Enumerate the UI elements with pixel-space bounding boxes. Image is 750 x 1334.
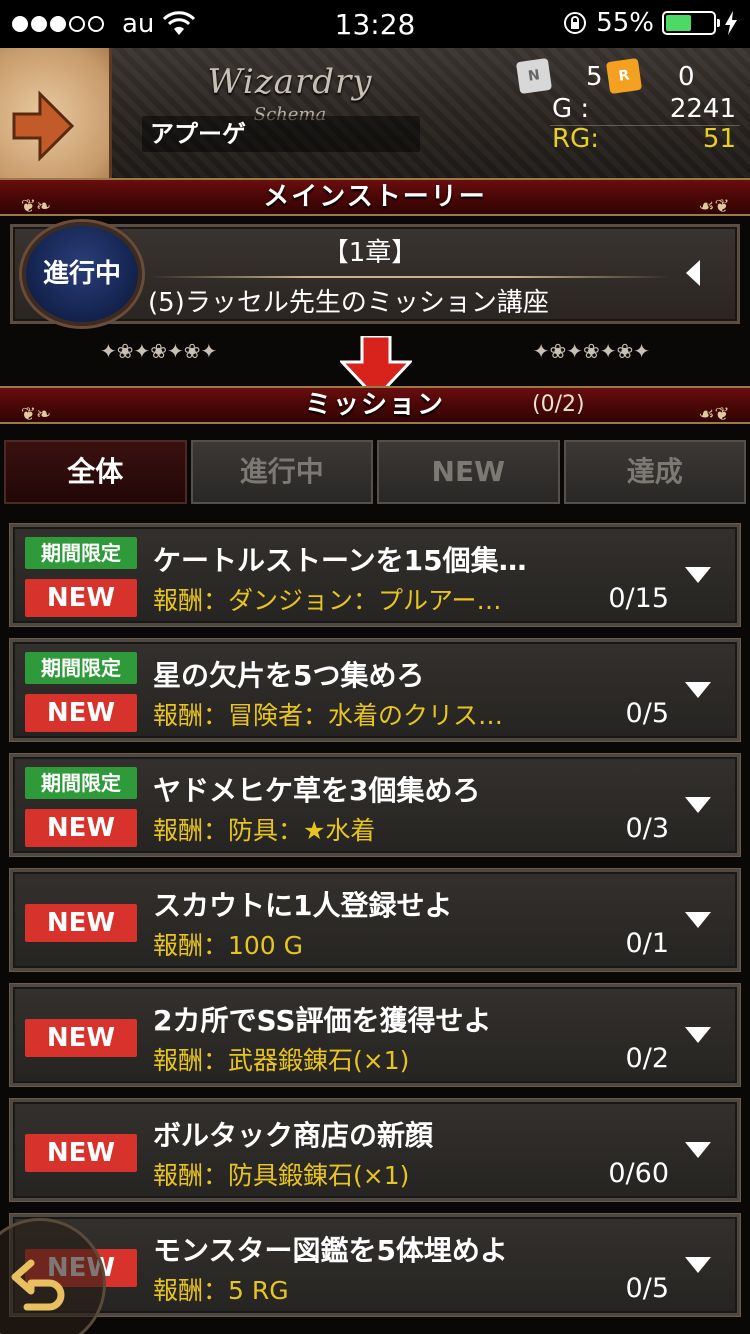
mission-item[interactable]: 期間限定 NEW ケートルストーンを15個集… 報酬：ダンジョン：プルアー… 0… bbox=[10, 524, 740, 626]
mission-title: スカウトに1人登録せよ bbox=[153, 889, 453, 922]
mission-reward: 報酬：冒険者：水着のクリス… bbox=[153, 701, 504, 730]
mission-progress: 0/60 bbox=[608, 1158, 669, 1189]
main-story-title: メインストーリー bbox=[263, 182, 487, 212]
chevron-down-icon[interactable] bbox=[685, 797, 711, 813]
r-ticket-count: 0 bbox=[678, 62, 695, 92]
story-divider bbox=[150, 276, 670, 278]
new-badge: NEW bbox=[25, 904, 137, 942]
gold-value: 2241 bbox=[669, 94, 736, 124]
mission-progress: 0/2 bbox=[625, 1043, 669, 1074]
story-chapter: 【1章】 bbox=[322, 238, 418, 268]
story-status-badge: 進行中 bbox=[22, 222, 142, 326]
chevron-down-icon[interactable] bbox=[685, 1257, 711, 1273]
chevron-down-icon[interactable] bbox=[685, 912, 711, 928]
mission-item[interactable]: 期間限定 NEW 星の欠片を5つ集めろ 報酬：冒険者：水着のクリス… 0/5 bbox=[10, 639, 740, 741]
mission-item[interactable]: NEW ボルタック商店の新顔 報酬：防具鍛錬石(×1) 0/60 bbox=[10, 1099, 740, 1201]
mission-title: ミッション bbox=[304, 390, 445, 420]
mission-banner: ❦❧ ミッション (0/2) ☙❦ bbox=[0, 386, 750, 425]
main-story-banner: ❦❧ メインストーリー ☙❦ bbox=[0, 178, 750, 217]
battery-percent: 55% bbox=[596, 8, 654, 38]
n-ticket-icon: N bbox=[515, 57, 553, 95]
new-badge: NEW bbox=[25, 1134, 137, 1172]
tab-in-progress[interactable]: 進行中 bbox=[190, 440, 373, 504]
new-badge: NEW bbox=[25, 579, 137, 617]
rotation-lock-icon bbox=[564, 12, 587, 34]
gold-row: G : 2241 bbox=[550, 94, 740, 126]
mission-item[interactable]: NEW モンスター図鑑を5体埋めよ 報酬：5 RG 0/5 bbox=[10, 1214, 740, 1316]
rg-value: 51 bbox=[702, 124, 736, 154]
new-badge: NEW bbox=[25, 809, 137, 847]
ornament-right-icon: ☙❦ bbox=[698, 404, 730, 425]
caret-left-icon[interactable] bbox=[684, 258, 702, 288]
mission-progress: 0/5 bbox=[625, 698, 669, 729]
mission-reward: 報酬：防具：★水着 bbox=[153, 816, 376, 845]
story-title: (5)ラッセル先生のミッション講座 bbox=[148, 288, 549, 318]
menu-arrow-icon[interactable] bbox=[10, 90, 76, 162]
player-name: アプーゲ bbox=[142, 116, 420, 152]
return-arrow-icon bbox=[11, 1259, 65, 1311]
r-ticket-icon: R bbox=[605, 57, 643, 95]
mission-reward: 報酬：武器鍛錬石(×1) bbox=[153, 1046, 410, 1075]
mission-reward: 報酬：5 RG bbox=[153, 1276, 289, 1305]
mission-tabs: 全体 進行中 NEW 達成 bbox=[0, 440, 750, 510]
tab-all[interactable]: 全体 bbox=[4, 440, 187, 504]
mission-progress: 0/5 bbox=[625, 1273, 669, 1304]
mission-reward: 報酬：100 G bbox=[153, 931, 304, 960]
new-badge: NEW bbox=[25, 1019, 137, 1057]
mission-title: 2カ所でSS評価を獲得せよ bbox=[153, 1004, 492, 1037]
battery-icon bbox=[662, 11, 720, 35]
chevron-down-icon[interactable] bbox=[685, 1142, 711, 1158]
chevron-down-icon[interactable] bbox=[685, 682, 711, 698]
mission-title: 星の欠片を5つ集めろ bbox=[153, 659, 425, 692]
mission-list: 期間限定 NEW ケートルストーンを15個集… 報酬：ダンジョン：プルアー… 0… bbox=[10, 524, 740, 1329]
mission-progress: 0/15 bbox=[608, 583, 669, 614]
mission-item[interactable]: NEW スカウトに1人登録せよ 報酬：100 G 0/1 bbox=[10, 869, 740, 971]
limited-badge: 期間限定 bbox=[25, 537, 137, 569]
gold-label: G : bbox=[552, 94, 590, 124]
ornament-left-icon: ❦❧ bbox=[20, 404, 52, 425]
mission-progress: 0/3 bbox=[625, 813, 669, 844]
tab-completed[interactable]: 達成 bbox=[563, 440, 746, 504]
n-ticket-count: 5 bbox=[586, 62, 603, 92]
rg-row: RG: 51 bbox=[550, 124, 740, 156]
limited-badge: 期間限定 bbox=[25, 767, 137, 799]
mission-title: ボルタック商店の新顔 bbox=[153, 1119, 434, 1152]
ornament-right-icon: ☙❦ bbox=[698, 196, 730, 217]
mission-title: モンスター図鑑を5体埋めよ bbox=[153, 1234, 508, 1267]
mission-item[interactable]: NEW 2カ所でSS評価を獲得せよ 報酬：武器鍛錬石(×1) 0/2 bbox=[10, 984, 740, 1086]
chevron-down-icon[interactable] bbox=[685, 567, 711, 583]
mission-title: ケートルストーンを15個集… bbox=[153, 544, 527, 577]
game-header: Wizardry Schema アプーゲ N 5 R 0 G : 2241 RG… bbox=[0, 48, 750, 180]
status-bar: au 13:28 55% bbox=[0, 0, 750, 48]
mission-count: (0/2) bbox=[532, 392, 585, 417]
rg-label: RG: bbox=[552, 124, 599, 154]
new-badge: NEW bbox=[25, 694, 137, 732]
mission-progress: 0/1 bbox=[625, 928, 669, 959]
charging-bolt-icon bbox=[725, 11, 737, 35]
menu-parchment[interactable] bbox=[0, 48, 112, 180]
mission-item[interactable]: 期間限定 NEW ヤドメヒケ草を3個集めろ 報酬：防具：★水着 0/3 bbox=[10, 754, 740, 856]
limited-badge: 期間限定 bbox=[25, 652, 137, 684]
ornament-left-icon: ❦❧ bbox=[20, 196, 52, 217]
chevron-down-icon[interactable] bbox=[685, 1027, 711, 1043]
mission-reward: 報酬：防具鍛錬石(×1) bbox=[153, 1161, 410, 1190]
mission-reward: 報酬：ダンジョン：プルアー… bbox=[153, 586, 502, 615]
mission-title: ヤドメヒケ草を3個集めろ bbox=[153, 774, 481, 807]
tab-new[interactable]: NEW bbox=[377, 440, 560, 504]
